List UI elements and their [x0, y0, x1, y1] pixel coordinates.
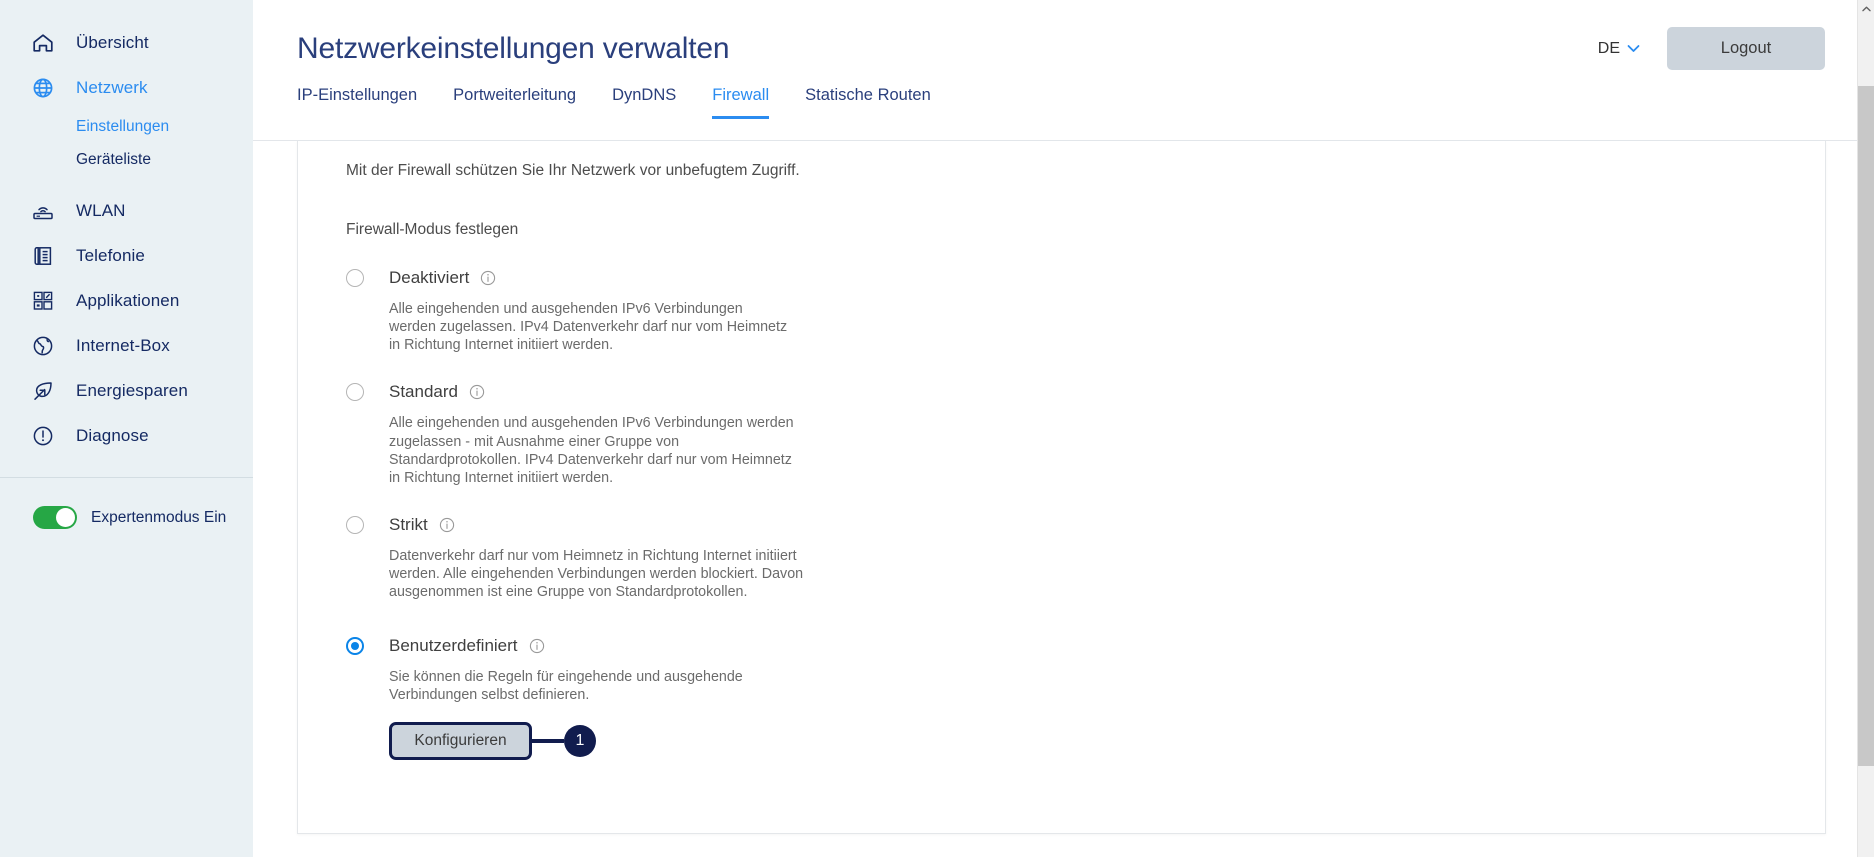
tab-label: Firewall: [712, 86, 770, 104]
sidebar-item-label: Internet-Box: [76, 335, 170, 355]
top-bar: Netzwerkeinstellungen verwalten DE Logou…: [253, 0, 1874, 141]
radio-option-label: Benutzerdefiniert: [389, 635, 518, 655]
sidebar-subitem-geraeteliste[interactable]: Geräteliste: [0, 143, 253, 176]
tab-statische-routen[interactable]: Statische Routen: [805, 86, 931, 119]
sidebar-item-label: Applikationen: [76, 290, 180, 310]
info-circle-icon[interactable]: [480, 270, 496, 286]
sidebar-item-internet-box[interactable]: Internet-Box: [0, 323, 253, 368]
radio-option-description: Datenverkehr darf nur vom Heimnetz in Ri…: [389, 548, 804, 601]
sidebar-item-telefonie[interactable]: Telefonie: [0, 233, 253, 278]
radio-option-label: Strikt: [389, 515, 428, 535]
sidebar-divider: [0, 477, 253, 478]
tab-label: Portweiterleitung: [453, 86, 577, 104]
tab-dyndns[interactable]: DynDNS: [612, 86, 676, 119]
globe-icon: [30, 75, 56, 101]
tab-firewall[interactable]: Firewall: [712, 86, 770, 119]
sidebar-item-netzwerk[interactable]: Netzwerk: [0, 65, 253, 110]
radio-button[interactable]: [346, 636, 364, 655]
sidebar-item-uebersicht[interactable]: Übersicht: [0, 20, 253, 65]
radio-button[interactable]: [346, 269, 364, 287]
tab-label: DynDNS: [612, 86, 677, 104]
expert-mode-label: Expertenmodus Ein: [91, 508, 227, 526]
expert-mode-toggle[interactable]: [33, 506, 77, 529]
radio-option-label: Deaktiviert: [389, 268, 470, 287]
sidebar-item-energiesparen[interactable]: Energiesparen: [0, 368, 253, 413]
sidebar-item-label: Telefonie: [76, 245, 145, 265]
toggle-knob: [56, 508, 75, 527]
firewall-settings-card: Mit der Firewall schützen Sie Ihr Netzwe…: [297, 141, 1826, 834]
sidebar-nav: Übersicht Netzwerk Einstellungen Gerätel…: [0, 20, 253, 458]
radio-button[interactable]: [346, 516, 364, 535]
internet-box-icon: [30, 333, 56, 359]
sidebar-item-label: WLAN: [76, 200, 126, 220]
configure-button[interactable]: Konfigurieren: [389, 721, 532, 760]
top-bar-actions: DE Logout: [1598, 27, 1825, 70]
info-circle-icon[interactable]: [439, 517, 455, 533]
sidebar-item-label: Übersicht: [76, 32, 149, 52]
sidebar-item-applikationen[interactable]: Applikationen: [0, 278, 253, 323]
radio-button[interactable]: [346, 383, 364, 402]
chevron-down-icon: [1627, 44, 1640, 53]
sidebar-item-label: Energiesparen: [76, 380, 188, 400]
sidebar-subitem-label: Geräteliste: [76, 150, 151, 168]
tab-label: IP-Einstellungen: [297, 86, 418, 104]
wifi-router-icon: [30, 198, 56, 224]
tab-ip-einstellungen[interactable]: IP-Einstellungen: [297, 86, 417, 119]
radio-option-strikt[interactable]: Strikt Datenverkehr darf nur vom Heimnet…: [346, 511, 1825, 601]
phone-list-icon: [30, 243, 56, 269]
tab-label: Statische Routen: [805, 86, 931, 104]
main-content: Netzwerkeinstellungen verwalten DE Logou…: [253, 0, 1874, 857]
sidebar-subnav: Einstellungen Geräteliste: [0, 110, 253, 176]
sidebar-item-label: Diagnose: [76, 425, 149, 445]
configure-row: Konfigurieren 1: [389, 721, 1825, 760]
radio-option-standard[interactable]: Standard Alle eingehenden und ausgehende…: [346, 378, 1825, 487]
sidebar-subitem-label: Einstellungen: [76, 117, 170, 135]
expert-mode-toggle-row[interactable]: Expertenmodus Ein: [0, 506, 253, 529]
radio-option-description: Sie können die Regeln für eingehende und…: [389, 668, 743, 703]
apps-grid-icon: [30, 288, 56, 314]
firewall-mode-label: Firewall-Modus festlegen: [346, 221, 519, 238]
radio-option-label: Standard: [389, 382, 458, 402]
vertical-scrollbar[interactable]: [1857, 0, 1874, 857]
intro-text: Mit der Firewall schützen Sie Ihr Netzwe…: [346, 162, 800, 179]
scrollbar-thumb[interactable]: [1858, 86, 1874, 766]
sidebar-item-wlan[interactable]: WLAN: [0, 188, 253, 233]
app-root: Übersicht Netzwerk Einstellungen Gerätel…: [0, 0, 1874, 857]
radio-option-description: Alle eingehenden und ausgehenden IPv6 Ve…: [389, 415, 794, 486]
info-circle-icon[interactable]: [529, 638, 545, 654]
info-circle-icon[interactable]: [469, 384, 485, 400]
callout-connector: [532, 738, 564, 743]
language-label: DE: [1597, 39, 1620, 57]
home-icon: [30, 30, 56, 56]
sidebar-subitem-einstellungen[interactable]: Einstellungen: [0, 110, 253, 143]
language-selector[interactable]: DE: [1598, 40, 1640, 58]
callout-badge-1: 1: [564, 724, 596, 757]
radio-option-deaktiviert[interactable]: Deaktiviert Alle eingehenden und ausgehe…: [346, 264, 1825, 354]
caret-up-icon[interactable]: [1858, 0, 1874, 17]
sidebar-item-label: Netzwerk: [76, 77, 148, 97]
sidebar: Übersicht Netzwerk Einstellungen Gerätel…: [0, 0, 253, 857]
logout-button[interactable]: Logout: [1667, 27, 1825, 70]
alert-circle-icon: [30, 423, 56, 449]
leaf-energy-icon: [30, 378, 56, 404]
radio-option-benutzerdefiniert[interactable]: Benutzerdefiniert Sie können die Regeln …: [346, 632, 1825, 760]
sidebar-item-diagnose[interactable]: Diagnose: [0, 413, 253, 458]
tab-portweiterleitung[interactable]: Portweiterleitung: [453, 86, 576, 119]
radio-option-description: Alle eingehenden und ausgehenden IPv6 Ve…: [389, 301, 788, 354]
page-title: Netzwerkeinstellungen verwalten: [297, 32, 730, 65]
tab-bar: IP-Einstellungen Portweiterleitung DynDN…: [297, 86, 931, 119]
